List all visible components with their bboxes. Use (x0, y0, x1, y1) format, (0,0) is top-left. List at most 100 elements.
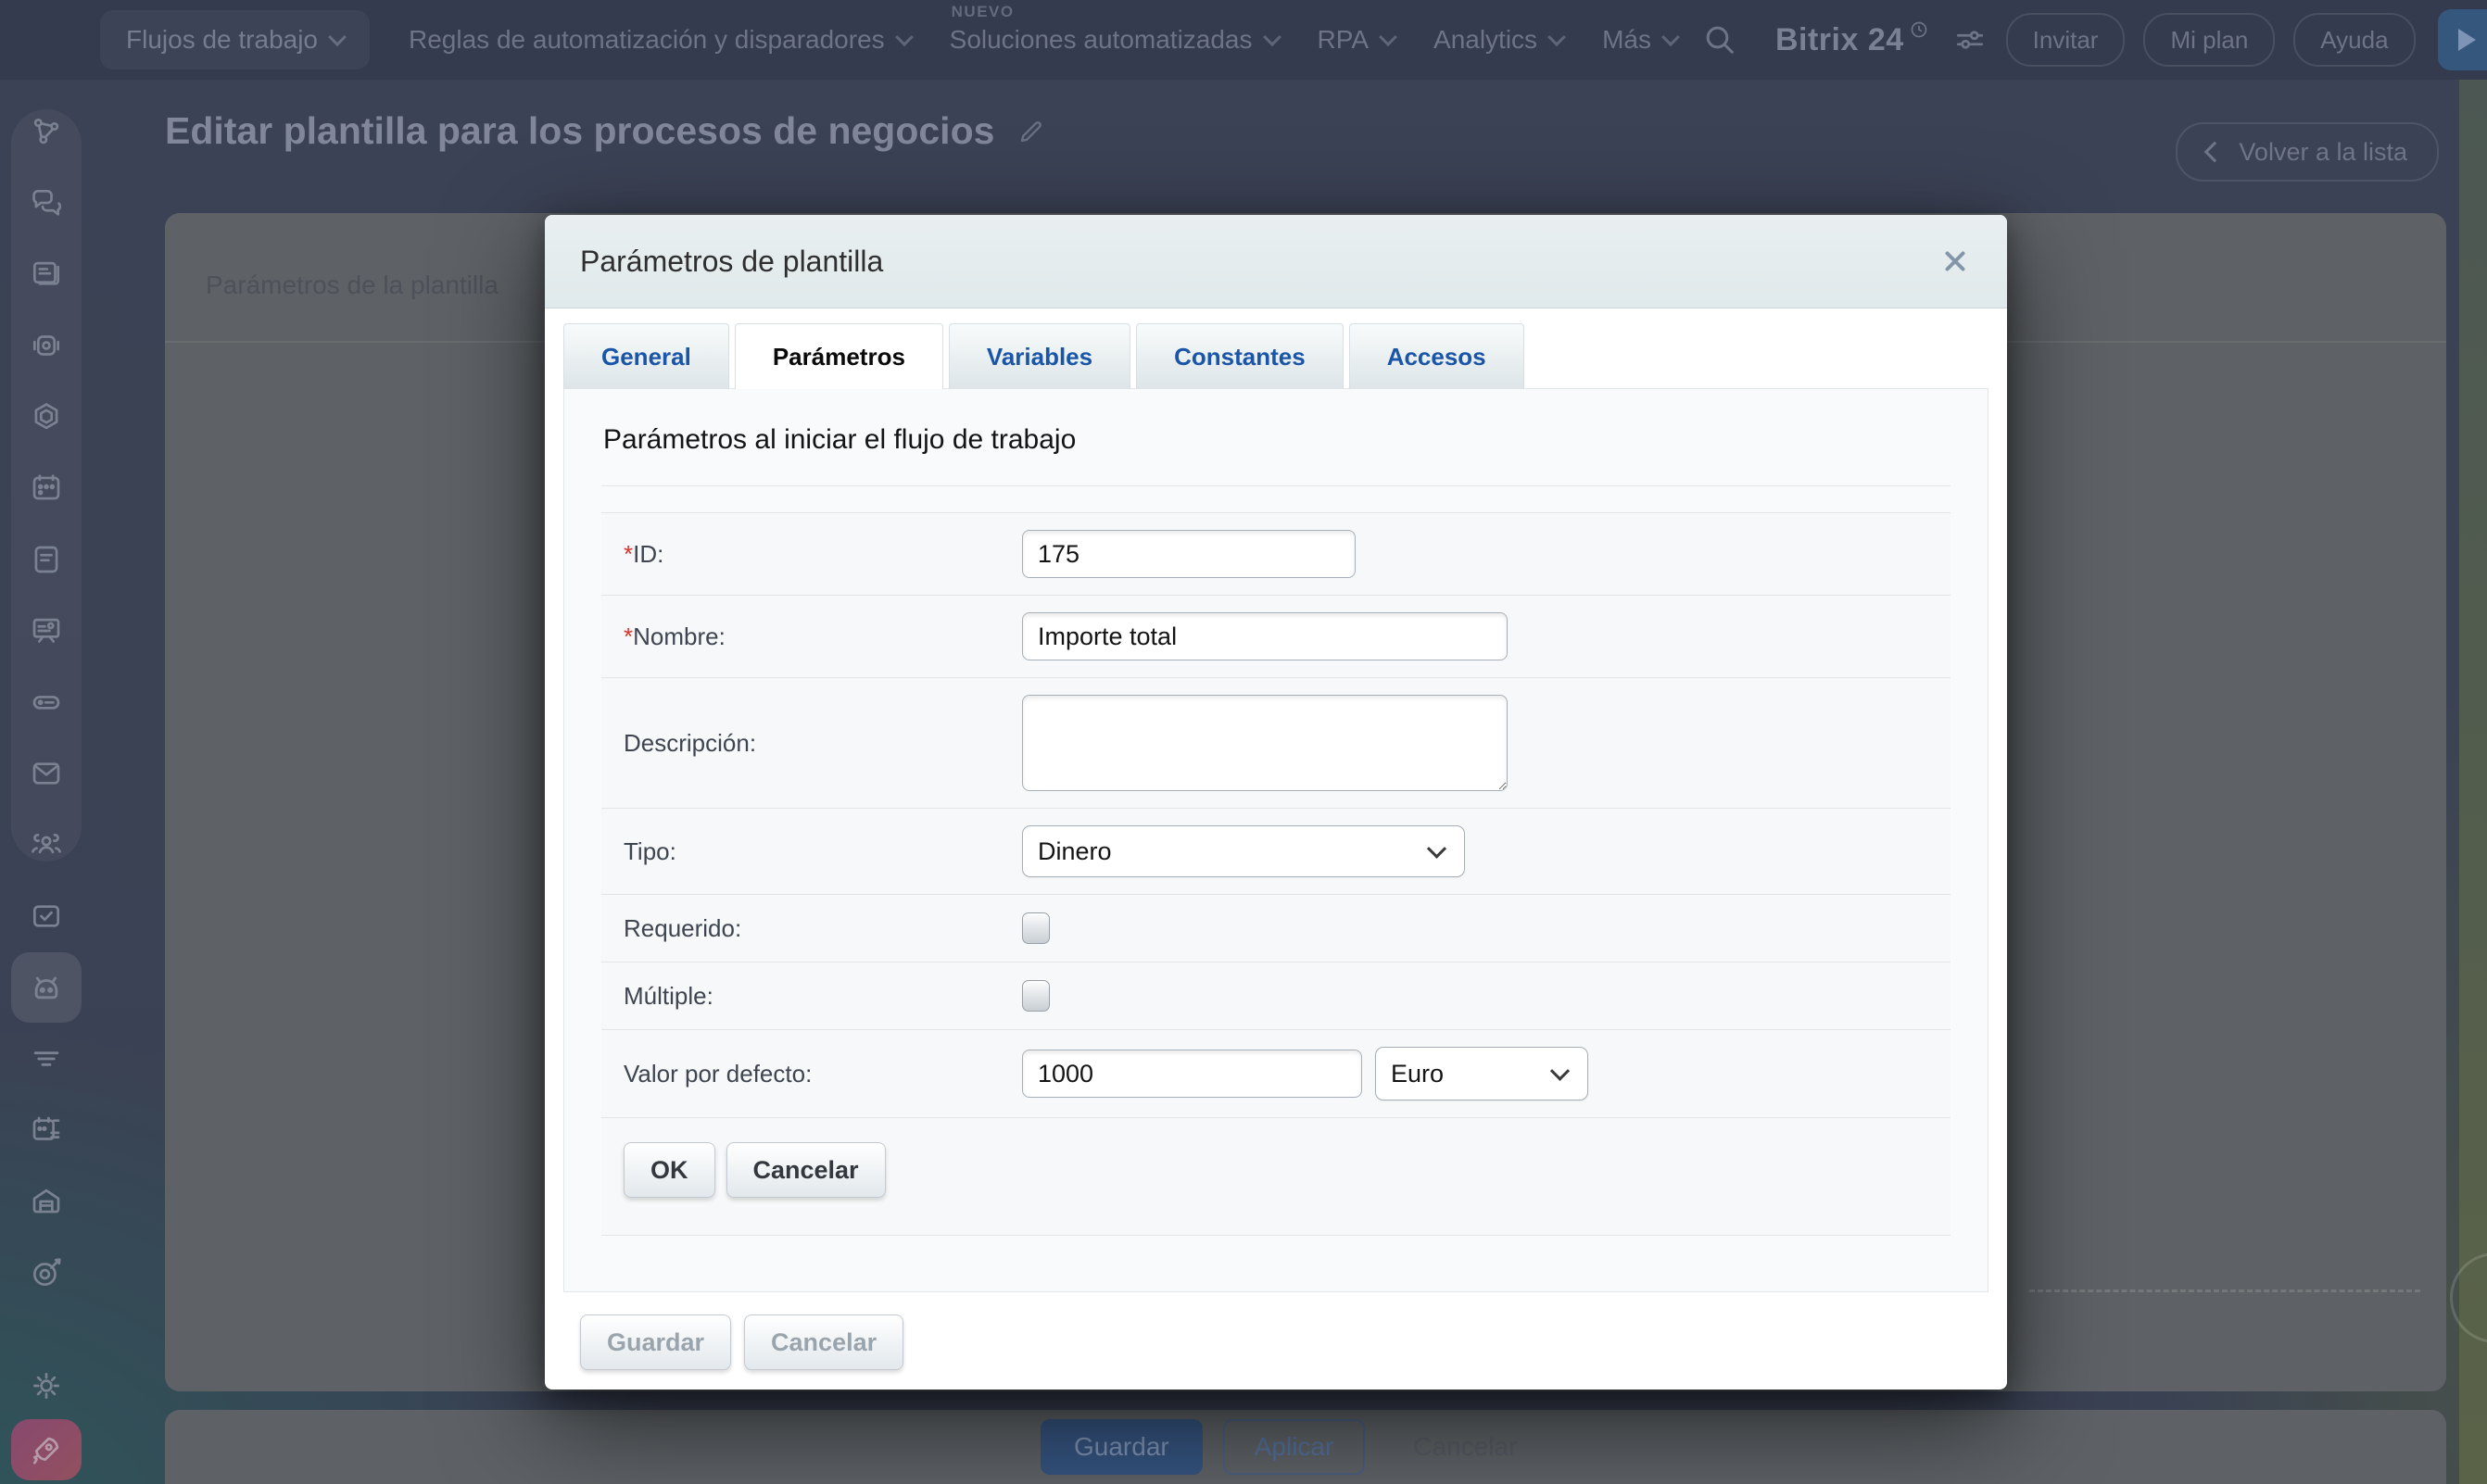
video-calls-icon (32, 335, 60, 356)
calendar-icon (32, 474, 60, 500)
search-icon[interactable] (1701, 21, 1738, 58)
dialog-body: General Parámetros Variables Constantes … (545, 308, 2007, 1390)
form-row-id: *ID: (601, 513, 1950, 596)
sidebar-item-calendar[interactable] (11, 453, 82, 523)
new-badge: NUEVO (951, 3, 1015, 20)
form-row-multiple: Múltiple: (601, 962, 1950, 1030)
play-icon (2457, 29, 2476, 51)
nav-more[interactable]: Más (1602, 25, 1680, 55)
sidebar-item-boards[interactable] (11, 596, 82, 666)
topbar-right-group: Bitrix 24 Invitar Mi plan Ayuda 1:18 PM (1677, 9, 2487, 70)
nav-workflows[interactable]: Flujos de trabajo (100, 10, 371, 69)
tab-content: Parámetros al iniciar el flujo de trabaj… (563, 388, 1988, 1292)
page-cancel-button[interactable]: Cancelar (1413, 1432, 1517, 1462)
sidebar-item-automation[interactable] (11, 952, 82, 1023)
sidebar-item-settings[interactable] (11, 1351, 82, 1421)
close-icon[interactable] (1938, 245, 1972, 278)
dialog-footer: Guardar Cancelar (563, 1292, 1988, 1370)
nav-automation-rules[interactable]: Reglas de automatización y disparadores (409, 25, 914, 55)
nav-rpa[interactable]: RPA (1318, 25, 1397, 55)
top-bar: Flujos de trabajo Reglas de automatizaci… (0, 0, 2487, 80)
back-to-list-button[interactable]: Volver a la lista (2176, 122, 2439, 182)
id-label: *ID: (624, 539, 664, 568)
page-save-button[interactable]: Guardar (1041, 1419, 1203, 1475)
nav-analytics[interactable]: Analytics (1433, 25, 1566, 55)
drive-icon (32, 696, 60, 710)
form-cancel-button[interactable]: Cancelar (726, 1142, 886, 1198)
ok-button[interactable]: OK (624, 1142, 715, 1198)
sidebar-item-planner[interactable] (11, 1095, 82, 1165)
sidebar-item-video-calls[interactable] (11, 310, 82, 381)
warehouse-icon (32, 1188, 60, 1214)
sidebar-item-marketing[interactable] (11, 1238, 82, 1308)
rocket-icon (32, 1437, 59, 1465)
right-edge-widget-circle[interactable] (2450, 1252, 2487, 1343)
id-input[interactable] (1022, 530, 1356, 578)
sidebar-item-tasks[interactable] (11, 881, 82, 951)
sidebar-item-crm[interactable] (11, 1024, 82, 1094)
description-label: Descripción: (624, 728, 757, 757)
tab-parametros[interactable]: Parámetros (734, 323, 943, 389)
edit-pencil-icon[interactable] (1016, 117, 1046, 146)
multiple-label: Múltiple: (624, 981, 713, 1010)
page-title: Editar plantilla para los procesos de ne… (165, 109, 1046, 153)
dialog-header: Parámetros de plantilla (545, 215, 2007, 308)
chevron-down-icon (1547, 28, 1566, 47)
invite-button[interactable]: Invitar (2005, 13, 2126, 67)
form-row-default-value: Valor por defecto: Euro (601, 1030, 1950, 1118)
documents-icon (34, 546, 58, 573)
dialog-cancel-button[interactable]: Cancelar (744, 1314, 904, 1370)
sidebar-item-employees[interactable] (11, 810, 82, 880)
bitrix24-logo[interactable]: Bitrix 24 (1775, 20, 1928, 58)
mail-icon (32, 762, 60, 785)
tab-accesos[interactable]: Accesos (1348, 323, 1524, 389)
screen: Flujos de trabajo Reglas de automatizaci… (0, 0, 2487, 1484)
chevron-left-icon (2204, 141, 2226, 163)
tab-constantes[interactable]: Constantes (1136, 323, 1344, 389)
description-textarea[interactable] (1022, 695, 1508, 791)
panel-tab-template-params[interactable]: Parámetros de la plantilla (206, 270, 499, 300)
sidebar-item-documents[interactable] (11, 524, 82, 595)
currency-select[interactable]: Euro (1375, 1047, 1588, 1100)
multiple-checkbox[interactable] (1022, 980, 1050, 1012)
dialog-save-button[interactable]: Guardar (580, 1314, 732, 1370)
template-parameters-dialog: Parámetros de plantilla General Parámetr… (545, 215, 2007, 1390)
default-value-input[interactable] (1022, 1050, 1362, 1098)
page-apply-button[interactable]: Aplicar (1222, 1419, 1366, 1475)
type-select[interactable]: Dinero (1022, 825, 1465, 877)
form-row-name: *Nombre: (601, 596, 1950, 678)
tasks-icon (32, 905, 60, 927)
sidebar-item-updates[interactable] (11, 1419, 82, 1480)
sidebar-item-sites[interactable] (11, 382, 82, 452)
sidebar-item-inventory[interactable] (11, 1166, 82, 1237)
form-buttons-row: OK Cancelar (601, 1118, 1950, 1236)
name-input[interactable] (1022, 612, 1508, 660)
required-label: Requerido: (624, 913, 742, 942)
nav-automated-solutions[interactable]: NUEVO Soluciones automatizadas (950, 3, 1281, 55)
clock-badge-icon (1910, 20, 1928, 39)
required-checkbox[interactable] (1022, 912, 1050, 944)
type-label: Tipo: (624, 836, 676, 865)
chevron-down-icon (1661, 28, 1680, 47)
gear-icon (32, 1372, 60, 1400)
sidebar-item-drive[interactable] (11, 667, 82, 737)
sidebar-item-messenger[interactable] (11, 168, 82, 238)
sidebar-item-stream[interactable] (11, 96, 82, 167)
parameter-form: *ID: *Nombre: Descripción: Tipo: (601, 512, 1950, 1236)
boards-icon (32, 618, 60, 643)
funnel-lines-icon (33, 1051, 59, 1066)
stream-icon (33, 118, 59, 145)
chevron-down-icon (328, 28, 347, 47)
tab-variables[interactable]: Variables (948, 323, 1131, 389)
clock-widget[interactable]: 1:18 PM (2437, 9, 2487, 70)
page-footer-bar: Guardar Aplicar Cancelar (165, 1410, 2446, 1484)
sliders-icon[interactable] (1952, 22, 1988, 57)
help-button[interactable]: Ayuda (2293, 13, 2416, 67)
form-row-type: Tipo: Dinero (601, 809, 1950, 895)
employees-icon (32, 834, 61, 854)
sidebar-item-mail[interactable] (11, 738, 82, 809)
my-plan-button[interactable]: Mi plan (2143, 13, 2276, 67)
tab-general[interactable]: General (563, 323, 729, 389)
target-icon (32, 1258, 61, 1287)
sidebar-item-news[interactable] (11, 239, 82, 309)
